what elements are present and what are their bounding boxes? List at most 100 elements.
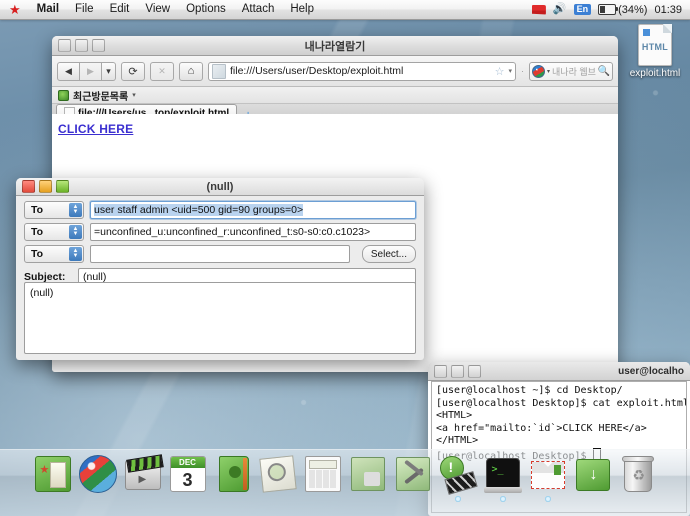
dock-item-display-settings[interactable] bbox=[348, 454, 388, 494]
bookmark-star-icon[interactable]: ☆ bbox=[495, 65, 505, 78]
input-source-indicator[interactable]: En bbox=[573, 4, 592, 15]
magnifier-icon[interactable]: 🔍 bbox=[598, 66, 610, 77]
search-engine-globe-icon[interactable] bbox=[532, 64, 545, 78]
file-icon-badge bbox=[643, 29, 650, 36]
zoom-button[interactable] bbox=[468, 364, 481, 378]
menu-item-mail[interactable]: Mail bbox=[29, 0, 67, 19]
terminal-window-controls[interactable] bbox=[428, 364, 481, 378]
close-button[interactable] bbox=[434, 364, 447, 378]
terminal-titlebar[interactable]: user@localho bbox=[428, 362, 690, 381]
running-indicator bbox=[454, 496, 461, 502]
zoom-button[interactable] bbox=[56, 180, 69, 193]
minimize-button[interactable] bbox=[39, 180, 52, 193]
history-dropdown-button[interactable]: ▾ bbox=[102, 61, 116, 81]
dock-item-system-tools[interactable] bbox=[393, 454, 433, 494]
chevron-down-icon[interactable]: ▾ bbox=[132, 91, 136, 99]
magnifier-document-icon bbox=[258, 455, 297, 493]
menu-item-edit[interactable]: Edit bbox=[102, 0, 138, 19]
recipient-type-label: To bbox=[31, 248, 44, 260]
terminal-line: </HTML> bbox=[436, 435, 479, 447]
dock-item-calculator[interactable] bbox=[303, 454, 343, 494]
menu-item-file[interactable]: File bbox=[67, 0, 102, 19]
forward-button: ▶ bbox=[80, 61, 102, 81]
red-flag-icon[interactable] bbox=[531, 4, 546, 15]
recipient-input-1[interactable]: user staff admin <uid=500 gid=90 groups=… bbox=[90, 201, 416, 219]
subject-value: (null) bbox=[83, 270, 107, 283]
address-bar[interactable]: file:///Users/user/Desktop/exploit.html … bbox=[208, 61, 516, 81]
dock-item-calendar[interactable]: DEC 3 bbox=[168, 454, 208, 494]
star-icon[interactable]: ★ bbox=[9, 3, 21, 16]
battery-status[interactable]: (34%) bbox=[598, 4, 647, 16]
dock-item-movie-player[interactable] bbox=[123, 454, 163, 494]
chevron-down-icon[interactable]: ▾ bbox=[508, 67, 512, 75]
menu-item-help[interactable]: Help bbox=[282, 0, 322, 19]
close-button[interactable] bbox=[22, 180, 35, 193]
dock-item-address-book[interactable] bbox=[213, 454, 253, 494]
mail-body-textarea[interactable]: (null) bbox=[24, 282, 416, 354]
recipient-type-select-3[interactable]: To ▲ ▼ bbox=[24, 245, 84, 263]
search-input[interactable]: ▾ 내나라 웹브라 🔍 bbox=[529, 61, 613, 81]
stepper-arrows-icon[interactable]: ▲ ▼ bbox=[69, 203, 82, 217]
reload-icon[interactable]: ⟳ bbox=[121, 61, 145, 81]
mail-title: (null) bbox=[206, 180, 234, 193]
bookmark-item-recent[interactable]: 최근방문목록 bbox=[73, 88, 128, 103]
person-icon bbox=[228, 466, 241, 478]
menu-bar: ★ Mail File Edit View Options Attach Hel… bbox=[0, 0, 690, 20]
navigation-button-group: ◀ ▶ ▾ bbox=[57, 61, 116, 81]
menu-bar-status-area: 🔊 En (34%) 01:39 bbox=[531, 4, 690, 16]
chevron-down-icon[interactable]: ▾ bbox=[547, 68, 550, 75]
mail-body-value: (null) bbox=[30, 287, 54, 299]
menu-item-attach[interactable]: Attach bbox=[234, 0, 283, 19]
calendar-day: 3 bbox=[182, 470, 193, 490]
address-bar-value: file:///Users/user/Desktop/exploit.html bbox=[230, 65, 404, 77]
dock-item-terminal[interactable] bbox=[483, 454, 523, 502]
terminal-icon bbox=[485, 458, 520, 490]
terminal-line: [user@localhost ~]$ cd Desktop/ bbox=[436, 385, 623, 396]
recipient-input-2[interactable]: =unconfined_u:unconfined_r:unconfined_t:… bbox=[90, 223, 416, 241]
browser-toolbar: ◀ ▶ ▾ ⟳ ✕ ⌂ file:///Users/user/Desktop/e… bbox=[52, 56, 618, 87]
dock-item-mail[interactable] bbox=[528, 454, 568, 502]
close-button[interactable] bbox=[58, 39, 71, 52]
dock-item-trash[interactable] bbox=[618, 454, 658, 494]
folder-icon bbox=[34, 456, 71, 492]
desktop-icon-exploit-html[interactable]: HTML exploit.html bbox=[627, 24, 683, 79]
dock-item-document-viewer[interactable] bbox=[258, 454, 298, 494]
back-button[interactable]: ◀ bbox=[57, 61, 80, 81]
downloads-icon bbox=[575, 459, 610, 491]
envelope-icon bbox=[530, 461, 565, 489]
recipient-type-select-1[interactable]: To ▲ ▼ bbox=[24, 201, 84, 219]
dock-item-documents-folder[interactable] bbox=[33, 454, 73, 494]
mail-titlebar[interactable]: (null) bbox=[16, 178, 424, 196]
wrench-screwdriver-icon bbox=[395, 457, 430, 491]
terminal-line: [user@localhost Desktop]$ cat exploit.ht… bbox=[436, 397, 687, 409]
recipient-type-label: To bbox=[31, 204, 44, 216]
dock-item-software-update[interactable] bbox=[438, 454, 478, 502]
menu-item-options[interactable]: Options bbox=[178, 0, 234, 19]
calculator-screen bbox=[308, 460, 337, 469]
dock-item-downloads[interactable] bbox=[573, 454, 613, 494]
running-indicator bbox=[499, 496, 506, 502]
menu-item-view[interactable]: View bbox=[137, 0, 178, 19]
mail-compose-window[interactable]: (null) To ▲ ▼ user staff admin <uid=500 g… bbox=[16, 178, 424, 360]
click-here-link[interactable]: CLICK HERE bbox=[58, 122, 133, 136]
stepper-arrows-icon[interactable]: ▲ ▼ bbox=[69, 247, 82, 261]
recipient-type-select-2[interactable]: To ▲ ▼ bbox=[24, 223, 84, 241]
home-icon[interactable]: ⌂ bbox=[179, 61, 203, 81]
minimize-button[interactable] bbox=[451, 364, 464, 378]
select-contacts-button[interactable]: Select... bbox=[361, 245, 416, 263]
search-placeholder: 내나라 웹브라 bbox=[552, 66, 596, 77]
minimize-button[interactable] bbox=[75, 39, 88, 52]
html-file-icon: HTML bbox=[638, 24, 672, 66]
recipient-input-3[interactable] bbox=[90, 245, 350, 263]
browser-titlebar[interactable]: 내나라열람기 bbox=[52, 36, 618, 56]
browser-window-controls[interactable] bbox=[52, 39, 105, 52]
speaker-icon[interactable]: 🔊 bbox=[553, 4, 567, 15]
clock[interactable]: 01:39 bbox=[654, 4, 682, 16]
stop-icon: ✕ bbox=[150, 61, 174, 81]
terminal-line: <HTML> bbox=[436, 410, 473, 422]
dock-item-web-browser[interactable] bbox=[78, 454, 118, 494]
stepper-arrows-icon[interactable]: ▲ ▼ bbox=[69, 225, 82, 239]
zoom-button[interactable] bbox=[92, 39, 105, 52]
calendar-icon: DEC 3 bbox=[169, 456, 206, 492]
mail-window-controls[interactable] bbox=[16, 180, 69, 193]
